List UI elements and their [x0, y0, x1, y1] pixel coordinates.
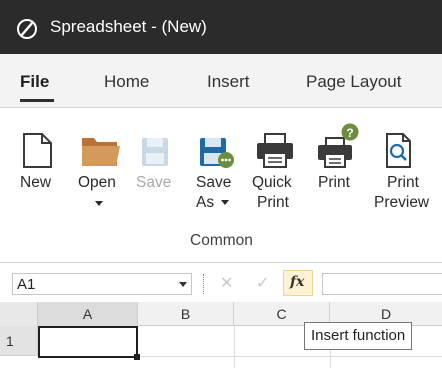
save-button-label: Save [136, 174, 172, 191]
ribbon-tab-bar: File Home Insert Page Layout [0, 54, 442, 108]
new-button-label: New [20, 174, 52, 191]
print-button-label: Print [318, 174, 350, 191]
print-preview-label-line2: Preview [374, 194, 430, 211]
insert-function-tooltip: Insert function [304, 322, 413, 350]
quick-print-label-line1: Quick [252, 174, 292, 191]
selected-cell-a1[interactable] [38, 326, 138, 358]
save-as-icon [200, 138, 234, 168]
formula-bar-grip[interactable] [203, 274, 206, 294]
cancel-icon[interactable]: ✕ [220, 273, 233, 293]
column-header-b[interactable]: B [138, 302, 234, 326]
print-preview-label-line1: Print [387, 174, 419, 191]
tab-page-layout[interactable]: Page Layout [306, 72, 401, 92]
tab-insert[interactable]: Insert [207, 72, 250, 92]
formula-bar: A1 ✕ ✓ fx [0, 264, 442, 302]
save-icon [142, 138, 168, 166]
row-header-1[interactable]: 1 [0, 326, 38, 356]
ribbon-group-label: Common [190, 232, 253, 249]
title-bar: Spreadsheet - (New) [0, 0, 442, 54]
save-as-button[interactable]: Save As [190, 108, 240, 218]
new-document-icon [23, 133, 52, 168]
gridline [234, 326, 235, 368]
chevron-down-icon[interactable] [179, 282, 187, 287]
open-button-label: Open [78, 174, 116, 191]
name-box-value: A1 [17, 276, 36, 293]
tab-home[interactable]: Home [104, 72, 149, 92]
enter-check-icon[interactable]: ✓ [256, 273, 269, 293]
save-as-dropdown-arrow [221, 200, 229, 205]
insert-function-button[interactable]: fx [283, 270, 313, 296]
active-tab-indicator [20, 99, 54, 102]
quick-print-label-line2: Print [257, 194, 289, 211]
open-button[interactable]: Open [72, 108, 128, 218]
print-preview-button[interactable]: Print Preview [370, 108, 442, 218]
print-icon: ? [318, 123, 359, 168]
spreadsheet-logo-icon [17, 19, 37, 39]
new-button[interactable]: New [14, 108, 60, 218]
fx-icon: fx [290, 274, 305, 290]
quick-print-icon [257, 133, 293, 168]
formula-input[interactable] [322, 273, 442, 295]
column-header-a[interactable]: A [38, 302, 138, 326]
ribbon-panel: New Open Save Save As Quick Print ? Prin… [0, 108, 442, 263]
window-title: Spreadsheet - (New) [50, 17, 207, 36]
fill-handle[interactable] [134, 354, 140, 360]
open-dropdown-arrow [95, 201, 103, 206]
print-preview-icon [386, 133, 411, 168]
save-as-label-line1: Save [196, 174, 232, 191]
save-button[interactable]: Save [134, 108, 180, 218]
open-folder-icon [82, 138, 120, 166]
save-as-label-line2: As [196, 194, 215, 211]
print-button[interactable]: ? Print [312, 108, 368, 218]
svg-text:?: ? [346, 126, 353, 140]
name-box[interactable]: A1 [12, 273, 192, 295]
quick-print-button[interactable]: Quick Print [248, 108, 304, 218]
select-all-corner[interactable] [0, 302, 38, 326]
tab-file[interactable]: File [20, 72, 49, 92]
